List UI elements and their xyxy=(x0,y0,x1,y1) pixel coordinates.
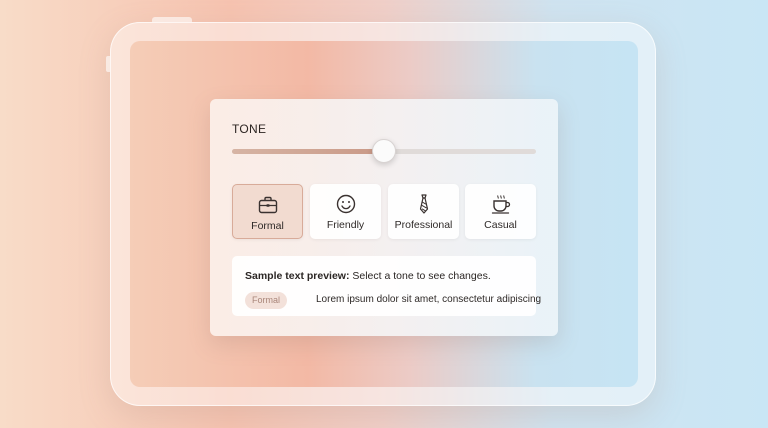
briefcase-icon xyxy=(258,196,277,214)
necktie-icon xyxy=(419,194,428,214)
preview-body-faded-line xyxy=(316,307,526,316)
tone-option-friendly[interactable]: Friendly xyxy=(310,184,381,239)
tone-slider-thumb[interactable] xyxy=(372,139,396,163)
tone-option-professional[interactable]: Professional xyxy=(388,184,459,239)
tone-option-label: Professional xyxy=(394,219,453,231)
tone-slider-fill xyxy=(232,149,384,154)
tone-option-formal[interactable]: Formal xyxy=(232,184,303,239)
tablet-top-button xyxy=(152,17,192,22)
preview-heading-text: Select a tone to see changes. xyxy=(349,270,491,282)
preview-heading-bold: Sample text preview: xyxy=(245,270,350,282)
tone-option-label: Casual xyxy=(484,219,517,231)
tone-option-casual[interactable]: Casual xyxy=(465,184,536,239)
smiley-icon xyxy=(336,194,355,214)
tone-option-label: Formal xyxy=(251,220,284,232)
tone-settings-panel: TONE Formal Friendly Professional Casual… xyxy=(210,99,558,336)
tone-option-label: Friendly xyxy=(326,219,365,231)
coffee-cup-icon xyxy=(491,195,510,214)
tablet-side-button xyxy=(106,56,110,72)
tone-badge: Formal xyxy=(245,292,288,309)
tone-label: TONE xyxy=(232,122,267,136)
sample-text-preview: Sample text preview: Select a tone to se… xyxy=(232,256,541,316)
preview-heading: Sample text preview: Select a tone to se… xyxy=(245,270,491,282)
preview-body-text: Lorem ipsum dolor sit amet, consectetur … xyxy=(316,294,542,305)
